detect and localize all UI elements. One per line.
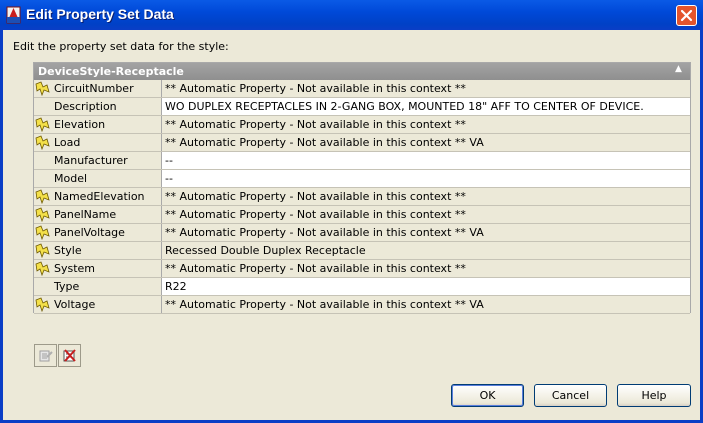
row-gutter <box>34 206 51 223</box>
property-row[interactable]: Voltage ** Automatic Property - Not avail… <box>34 296 690 314</box>
property-grid: DeviceStyle-Receptacle ▲ CircuitNumber **… <box>33 62 691 314</box>
property-name: PanelVoltage <box>51 224 162 241</box>
help-button[interactable]: Help <box>617 384 691 407</box>
automatic-property-icon <box>35 81 50 96</box>
property-value: ** Automatic Property - Not available in… <box>162 206 690 223</box>
property-value: ** Automatic Property - Not available in… <box>162 116 690 133</box>
automatic-property-icon <box>35 189 50 204</box>
remove-property-set-icon <box>63 349 76 362</box>
automatic-property-icon <box>35 261 50 276</box>
automatic-property-icon <box>35 297 50 312</box>
instruction-text: Edit the property set data for the style… <box>13 40 229 53</box>
property-name: Model <box>51 170 162 187</box>
property-row[interactable]: Elevation ** Automatic Property - Not ava… <box>34 116 690 134</box>
group-title: DeviceStyle-Receptacle <box>38 65 184 78</box>
property-value[interactable]: -- <box>162 170 690 187</box>
automatic-property-icon <box>35 225 50 240</box>
property-value: ** Automatic Property - Not available in… <box>162 260 690 277</box>
autocad-mep-app-icon <box>5 6 22 24</box>
property-row[interactable]: CircuitNumber ** Automatic Property - Not… <box>34 80 690 98</box>
property-value[interactable]: WO DUPLEX RECEPTACLES IN 2-GANG BOX, MOU… <box>162 98 690 115</box>
row-gutter <box>34 296 51 313</box>
property-row[interactable]: Description WO DUPLEX RECEPTACLES IN 2-GA… <box>34 98 690 116</box>
property-row[interactable]: NamedElevation ** Automatic Property - No… <box>34 188 690 206</box>
property-row[interactable]: Load ** Automatic Property - Not availabl… <box>34 134 690 152</box>
property-name: Load <box>51 134 162 151</box>
row-gutter <box>34 260 51 277</box>
automatic-property-icon <box>35 243 50 258</box>
property-row[interactable]: Model -- <box>34 170 690 188</box>
row-gutter <box>34 278 51 295</box>
property-value: ** Automatic Property - Not available in… <box>162 224 690 241</box>
ok-button[interactable]: OK <box>451 384 524 407</box>
collapse-arrow-icon[interactable]: ▲ <box>675 64 682 74</box>
close-icon <box>680 9 693 22</box>
row-gutter <box>34 152 51 169</box>
property-set-group-header[interactable]: DeviceStyle-Receptacle ▲ <box>34 63 690 80</box>
row-gutter <box>34 116 51 133</box>
row-gutter <box>34 242 51 259</box>
automatic-property-icon <box>35 207 50 222</box>
property-name: Description <box>51 98 162 115</box>
cancel-button[interactable]: Cancel <box>534 384 607 407</box>
property-row[interactable]: System ** Automatic Property - Not availa… <box>34 260 690 278</box>
property-name: Elevation <box>51 116 162 133</box>
property-row[interactable]: PanelVoltage ** Automatic Property - Not … <box>34 224 690 242</box>
property-name: NamedElevation <box>51 188 162 205</box>
property-name: Manufacturer <box>51 152 162 169</box>
property-value: ** Automatic Property - Not available in… <box>162 296 690 313</box>
property-name: System <box>51 260 162 277</box>
property-row[interactable]: Type R22 <box>34 278 690 296</box>
property-name: CircuitNumber <box>51 80 162 97</box>
property-name: Style <box>51 242 162 259</box>
remove-property-set-button[interactable] <box>58 344 81 367</box>
row-gutter <box>34 188 51 205</box>
row-gutter <box>34 98 51 115</box>
row-gutter <box>34 224 51 241</box>
property-value: ** Automatic Property - Not available in… <box>162 80 690 97</box>
row-gutter <box>34 170 51 187</box>
close-button[interactable] <box>676 5 697 26</box>
property-value: Recessed Double Duplex Receptacle <box>162 242 690 259</box>
property-name: Type <box>51 278 162 295</box>
property-row[interactable]: Style Recessed Double Duplex Receptacle <box>34 242 690 260</box>
edit-property-icon <box>39 350 53 362</box>
property-row[interactable]: PanelName ** Automatic Property - Not ava… <box>34 206 690 224</box>
edit-property-button[interactable] <box>34 344 57 367</box>
property-value[interactable]: -- <box>162 152 690 169</box>
property-name: PanelName <box>51 206 162 223</box>
automatic-property-icon <box>35 117 50 132</box>
edit-property-set-data-dialog: Edit Property Set Data Edit the property… <box>0 0 703 423</box>
title-bar[interactable]: Edit Property Set Data <box>0 0 703 30</box>
property-row[interactable]: Manufacturer -- <box>34 152 690 170</box>
property-value: ** Automatic Property - Not available in… <box>162 188 690 205</box>
property-value[interactable]: R22 <box>162 278 690 295</box>
window-title: Edit Property Set Data <box>26 6 174 22</box>
row-gutter <box>34 80 51 97</box>
automatic-property-icon <box>35 135 50 150</box>
property-value: ** Automatic Property - Not available in… <box>162 134 690 151</box>
property-rows: CircuitNumber ** Automatic Property - Not… <box>34 80 690 314</box>
property-name: Voltage <box>51 296 162 313</box>
row-gutter <box>34 134 51 151</box>
